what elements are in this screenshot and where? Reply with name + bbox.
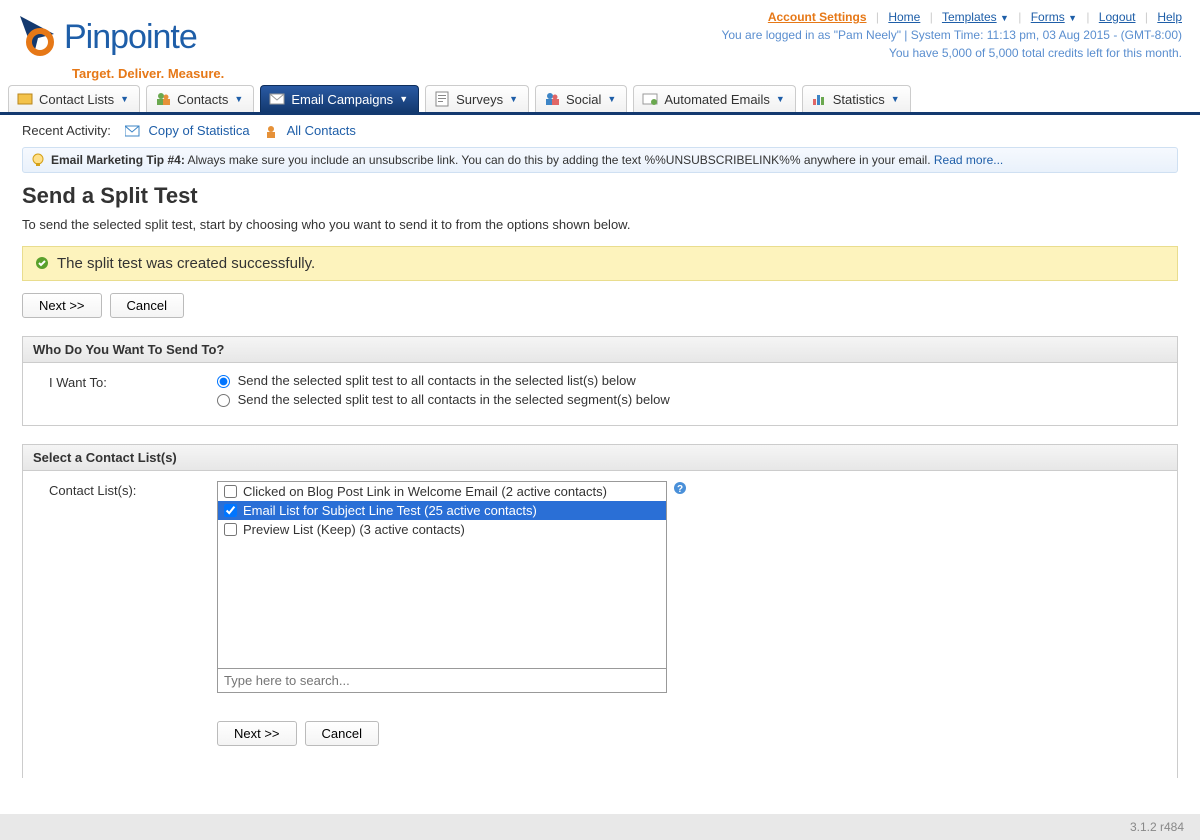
list-item[interactable]: Email List for Subject Line Test (25 act… — [218, 501, 666, 520]
list-item-checkbox[interactable] — [224, 523, 237, 536]
list-item-checkbox[interactable] — [224, 485, 237, 498]
brand-name: Pinpointe — [64, 18, 197, 57]
cancel-button[interactable]: Cancel — [110, 293, 184, 318]
caret-down-icon: ▼ — [120, 94, 129, 104]
recent-activity-bar: Recent Activity: Copy of Statistica All … — [0, 115, 1200, 147]
tab-contacts[interactable]: Contacts▼ — [146, 85, 254, 112]
help-link[interactable]: Help — [1157, 10, 1182, 24]
tip-prefix: Email Marketing Tip #4: — [51, 153, 185, 167]
recent-item-link[interactable]: Copy of Statistica — [149, 123, 250, 138]
brand-tagline: Target. Deliver. Measure. — [72, 66, 224, 81]
check-circle-icon — [35, 256, 49, 270]
section-header-contactlist: Select a Contact List(s) — [22, 444, 1178, 471]
caret-down-icon: ▼ — [399, 94, 408, 104]
list-item-label: Preview List (Keep) (3 active contacts) — [243, 522, 465, 537]
home-link[interactable]: Home — [888, 10, 920, 24]
success-message: The split test was created successfully. — [22, 246, 1178, 281]
recent-activity-label: Recent Activity: — [22, 123, 111, 138]
logged-in-text: You are logged in as "Pam Neely" | Syste… — [721, 28, 1182, 42]
forms-link[interactable]: Forms — [1031, 10, 1065, 24]
tab-statistics[interactable]: Statistics▼ — [802, 85, 911, 112]
main-tabs: Contact Lists▼ Contacts▼ Email Campaigns… — [0, 85, 1200, 115]
page-description: To send the selected split test, start b… — [22, 217, 1178, 232]
caret-down-icon: ▼ — [891, 94, 900, 104]
tip-body: Always make sure you include an unsubscr… — [185, 153, 934, 167]
radio-option-segments[interactable]: Send the selected split test to all cont… — [217, 392, 1163, 407]
i-want-to-label: I Want To: — [37, 373, 217, 411]
radio-option-lists[interactable]: Send the selected split test to all cont… — [217, 373, 1163, 388]
list-item[interactable]: Preview List (Keep) (3 active contacts) — [218, 520, 666, 539]
envelope-gear-icon — [642, 91, 658, 107]
list-item[interactable]: Clicked on Blog Post Link in Welcome Ema… — [218, 482, 666, 501]
pinpointe-logo-icon — [10, 10, 64, 64]
svg-text:?: ? — [677, 484, 683, 495]
page-title: Send a Split Test — [22, 183, 1178, 209]
templates-link[interactable]: Templates — [942, 10, 997, 24]
lightbulb-icon — [31, 153, 45, 167]
footer-version: 3.1.2 r484 — [0, 814, 1200, 840]
tip-read-more-link[interactable]: Read more... — [934, 153, 1003, 167]
logo[interactable]: Pinpointe — [10, 10, 224, 64]
list-item-label: Email List for Subject Line Test (25 act… — [243, 503, 537, 518]
contact-list-box[interactable]: Clicked on Blog Post Link in Welcome Ema… — [217, 481, 667, 669]
section-body-contactlist: Contact List(s): Clicked on Blog Post Li… — [22, 471, 1178, 778]
tab-social[interactable]: Social▼ — [535, 85, 627, 112]
tip-banner: Email Marketing Tip #4: Always make sure… — [22, 147, 1178, 173]
caret-down-icon: ▼ — [234, 94, 243, 104]
caret-down-icon: ▼ — [1000, 13, 1009, 23]
contact-lists-label: Contact List(s): — [37, 481, 217, 764]
button-row-top: Next >> Cancel — [22, 293, 1178, 318]
account-settings-link[interactable]: Account Settings — [768, 10, 867, 24]
caret-down-icon: ▼ — [607, 94, 616, 104]
recent-item-link[interactable]: All Contacts — [287, 123, 356, 138]
people-icon — [155, 91, 171, 107]
list-item-label: Clicked on Blog Post Link in Welcome Ema… — [243, 484, 607, 499]
button-row-bottom: Next >> Cancel — [217, 721, 1163, 746]
person-icon — [264, 125, 280, 139]
contact-list-search-input[interactable] — [217, 669, 667, 693]
tab-contact-lists[interactable]: Contact Lists▼ — [8, 85, 140, 112]
radio-lists[interactable] — [217, 375, 230, 388]
list-item-checkbox[interactable] — [224, 504, 237, 517]
logout-link[interactable]: Logout — [1099, 10, 1136, 24]
caret-down-icon: ▼ — [776, 94, 785, 104]
tab-email-campaigns[interactable]: Email Campaigns▼ — [260, 85, 419, 112]
cancel-button[interactable]: Cancel — [305, 721, 379, 746]
envelope-icon — [125, 125, 141, 139]
tab-surveys[interactable]: Surveys▼ — [425, 85, 529, 112]
top-links: Account Settings | Home | Templates ▼ | … — [721, 10, 1182, 60]
clipboard-icon — [434, 91, 450, 107]
tab-automated-emails[interactable]: Automated Emails▼ — [633, 85, 795, 112]
bar-chart-icon — [811, 91, 827, 107]
section-header-sendto: Who Do You Want To Send To? — [22, 336, 1178, 363]
caret-down-icon: ▼ — [1068, 13, 1077, 23]
section-body-sendto: I Want To: Send the selected split test … — [22, 363, 1178, 426]
radio-segments[interactable] — [217, 394, 230, 407]
people-icon — [544, 91, 560, 107]
header: Pinpointe Target. Deliver. Measure. Acco… — [0, 0, 1200, 85]
envelope-icon — [269, 91, 285, 107]
caret-down-icon: ▼ — [509, 94, 518, 104]
credits-text: You have 5,000 of 5,000 total credits le… — [721, 46, 1182, 60]
help-icon[interactable]: ? — [673, 481, 687, 495]
next-button[interactable]: Next >> — [22, 293, 102, 318]
folder-icon — [17, 91, 33, 107]
next-button[interactable]: Next >> — [217, 721, 297, 746]
